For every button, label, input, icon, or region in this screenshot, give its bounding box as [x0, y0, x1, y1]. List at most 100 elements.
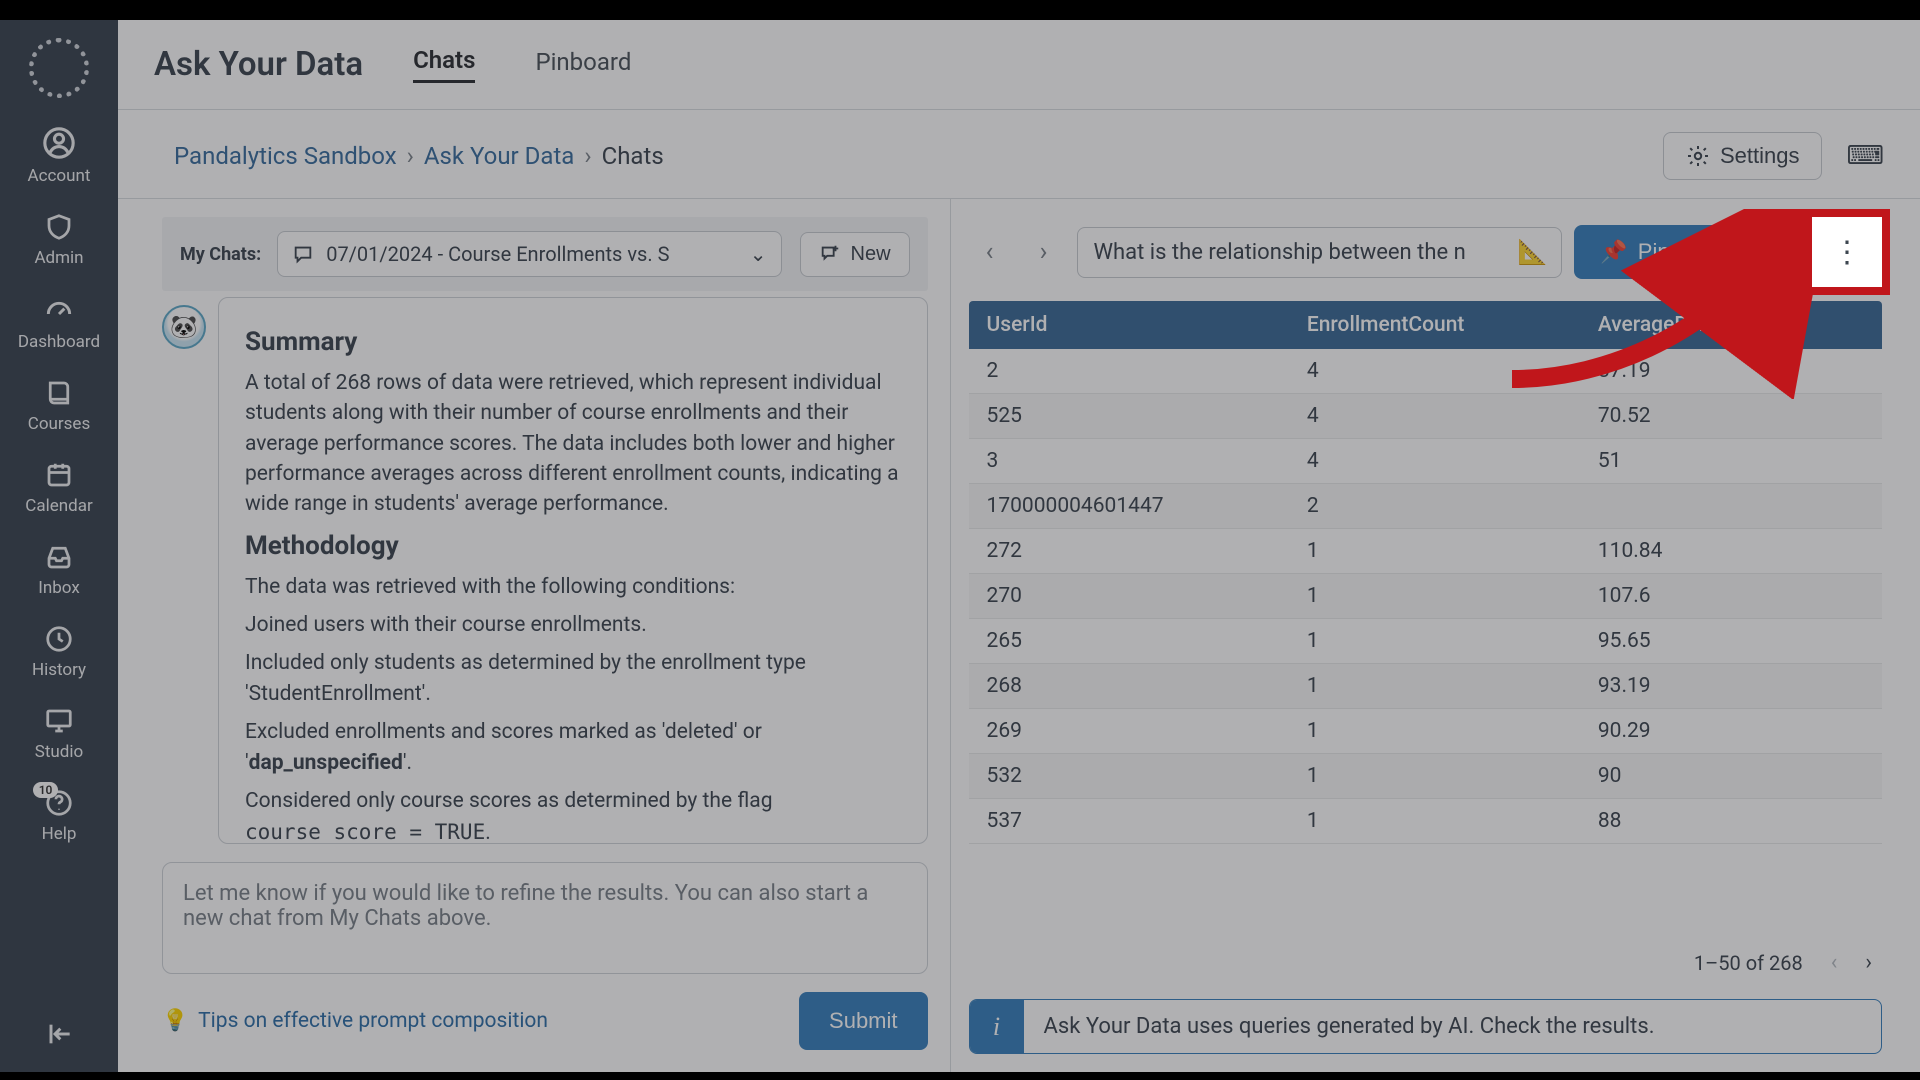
pin-it-button[interactable]: 📌 Pin It — [1574, 225, 1714, 279]
chat-input[interactable]: Let me know if you would like to refine … — [162, 862, 928, 974]
global-nav: Account Admin Dashboard Courses Calendar… — [0, 20, 118, 1072]
tab-chats[interactable]: Chats — [413, 46, 475, 83]
crumb-root[interactable]: Pandalytics Sandbox — [174, 142, 397, 170]
tips-link[interactable]: 💡 Tips on effective prompt composition — [162, 1009, 548, 1033]
table-cell: 90 — [1580, 754, 1882, 799]
monitor-icon — [44, 706, 74, 736]
nav-admin[interactable]: Admin — [34, 212, 83, 268]
assistant-avatar-icon: 🐼 — [162, 305, 206, 349]
table-row[interactable]: 268193.19 — [969, 664, 1882, 709]
results-table: UserIdEnrollmentCountAveragePerforma 248… — [969, 301, 1882, 938]
nav-label: Calendar — [25, 496, 92, 516]
column-header[interactable]: EnrollmentCount — [1289, 301, 1580, 349]
ruler-icon: 📐 — [1517, 238, 1547, 266]
crumb-current: Chats — [602, 142, 664, 170]
column-header[interactable]: UserId — [969, 301, 1289, 349]
table-cell: 2 — [1289, 484, 1580, 529]
table-cell: 1 — [1289, 664, 1580, 709]
meth-line: Excluded enrollments and scores marked a… — [245, 717, 901, 778]
main-area: Ask Your Data Chats Pinboard Pandalytics… — [118, 20, 1920, 1072]
meth-line: Considered only course scores as determi… — [245, 786, 901, 844]
table-row[interactable]: 2487.19 — [969, 349, 1882, 394]
submit-button[interactable]: Submit — [799, 992, 927, 1050]
nav-calendar[interactable]: Calendar — [25, 460, 92, 516]
table-row[interactable]: 537188 — [969, 799, 1882, 844]
meth-line: Joined users with their course enrollmen… — [245, 610, 901, 640]
table-cell: 525 — [969, 394, 1289, 439]
table-row[interactable]: 1700000046014472 — [969, 484, 1882, 529]
meth-line: The data was retrieved with the followin… — [245, 572, 901, 602]
table-cell: 1 — [1289, 529, 1580, 574]
next-result-button[interactable]: › — [1023, 228, 1065, 276]
pager: 1–50 of 268 ‹ › — [969, 938, 1882, 987]
settings-button[interactable]: Settings — [1663, 132, 1823, 180]
collapse-nav-button[interactable] — [43, 1018, 75, 1050]
book-icon — [44, 378, 74, 408]
prev-result-button[interactable]: ‹ — [969, 228, 1011, 276]
gauge-icon — [43, 294, 75, 326]
table-cell: 268 — [969, 664, 1289, 709]
nav-label: Courses — [28, 414, 90, 434]
app-title: Ask Your Data — [154, 45, 363, 84]
nav-studio[interactable]: Studio — [35, 706, 83, 762]
table-cell: 87.19 — [1580, 349, 1882, 394]
table-cell: 90.29 — [1580, 709, 1882, 754]
pager-range: 1–50 of 268 — [1694, 951, 1803, 975]
ai-disclaimer-banner: i Ask Your Data uses queries generated b… — [969, 999, 1882, 1054]
table-row[interactable]: 269190.29 — [969, 709, 1882, 754]
pin-icon: 📌 — [1600, 239, 1627, 265]
gear-icon — [1686, 144, 1710, 168]
table-cell: 88 — [1580, 799, 1882, 844]
breadcrumb: Pandalytics Sandbox › Ask Your Data › Ch… — [174, 142, 664, 170]
user-circle-icon — [42, 126, 76, 160]
table-cell: 93.19 — [1580, 664, 1882, 709]
new-chat-button[interactable]: New — [800, 232, 910, 277]
table-row[interactable]: 265195.65 — [969, 619, 1882, 664]
table-cell: 70.52 — [1580, 394, 1882, 439]
shield-icon — [44, 212, 74, 242]
nav-inbox[interactable]: Inbox — [38, 542, 80, 598]
top-bar: Ask Your Data Chats Pinboard — [118, 20, 1920, 110]
chevron-right-icon: › — [407, 142, 414, 170]
calendar-icon — [44, 460, 74, 490]
keyboard-icon[interactable]: ⌨ — [1846, 141, 1884, 171]
table-row[interactable]: 532190 — [969, 754, 1882, 799]
nav-dashboard[interactable]: Dashboard — [18, 294, 100, 352]
chat-bubble-icon — [292, 243, 314, 265]
table-cell: 110.84 — [1580, 529, 1882, 574]
question-text: What is the relationship between the n — [1094, 240, 1466, 265]
chat-selector[interactable]: 07/01/2024 - Course Enrollments vs. S ⌄ — [277, 231, 781, 277]
inbox-icon — [44, 542, 74, 572]
table-row[interactable]: 2701107.6 — [969, 574, 1882, 619]
pager-next-button[interactable]: › — [1865, 950, 1872, 975]
methodology-heading: Methodology — [245, 528, 901, 566]
column-header[interactable]: AveragePerforma — [1580, 301, 1882, 349]
nav-label: Studio — [35, 742, 83, 762]
nav-account[interactable]: Account — [28, 126, 91, 186]
chat-pane: My Chats: 07/01/2024 - Course Enrollment… — [118, 199, 951, 1072]
table-cell: 1 — [1289, 799, 1580, 844]
table-cell: 4 — [1289, 439, 1580, 484]
nav-label: Account — [28, 166, 91, 186]
more-options-button[interactable]: ⋮ — [1812, 217, 1882, 287]
assistant-response: Summary A total of 268 rows of data were… — [218, 297, 928, 844]
crumb-mid[interactable]: Ask Your Data — [424, 142, 575, 170]
pager-prev-button[interactable]: ‹ — [1831, 950, 1838, 975]
nav-history[interactable]: History — [32, 624, 86, 680]
clock-icon — [44, 624, 74, 654]
table-cell: 4 — [1289, 394, 1580, 439]
tips-label: Tips on effective prompt composition — [198, 1009, 548, 1033]
meth-line: Included only students as determined by … — [245, 648, 901, 709]
nav-courses[interactable]: Courses — [28, 378, 90, 434]
table-cell: 4 — [1289, 349, 1580, 394]
nav-label: Help — [42, 824, 77, 844]
table-row[interactable]: 3451 — [969, 439, 1882, 484]
table-row[interactable]: 525470.52 — [969, 394, 1882, 439]
table-cell: 170000004601447 — [969, 484, 1289, 529]
tab-pinboard[interactable]: Pinboard — [535, 48, 631, 82]
question-display[interactable]: What is the relationship between the n 📐 — [1077, 227, 1563, 278]
table-row[interactable]: 2721110.84 — [969, 529, 1882, 574]
nav-help[interactable]: 10 Help — [42, 788, 77, 844]
pin-dropdown-button[interactable]: ⌄ — [1726, 228, 1778, 277]
nav-label: History — [32, 660, 86, 680]
